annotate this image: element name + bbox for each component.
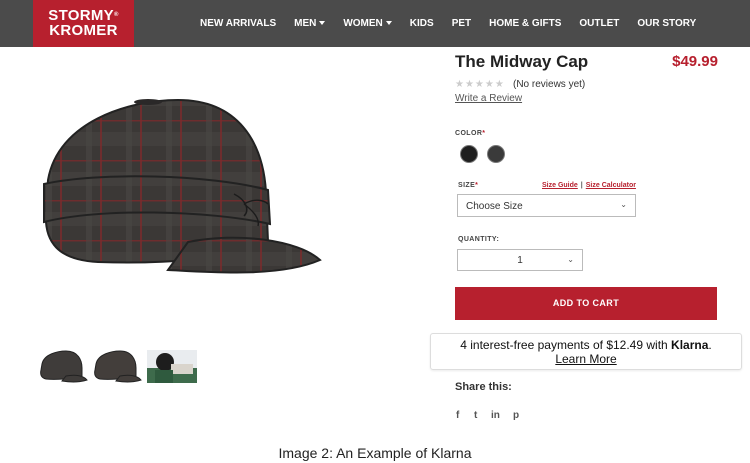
- color-swatch-2[interactable]: [487, 145, 505, 163]
- nav-outlet[interactable]: OUTLET: [579, 18, 619, 29]
- size-calculator-link[interactable]: Size Calculator: [586, 182, 636, 189]
- site-header: STORMY® KROMER NEW ARRIVALS MEN WOMEN KI…: [0, 0, 750, 47]
- nav-kids[interactable]: KIDS: [410, 18, 434, 29]
- chevron-down-icon: ⌄: [620, 200, 627, 209]
- chevron-down-icon: [319, 21, 326, 26]
- product-main-image[interactable]: [38, 92, 323, 292]
- main-nav: NEW ARRIVALS MEN WOMEN KIDS PET HOME & G…: [200, 0, 714, 47]
- brand-logo[interactable]: STORMY® KROMER: [33, 0, 134, 47]
- rating-stars-icon: ★★★★★: [455, 79, 505, 90]
- registered-mark: ®: [113, 12, 119, 18]
- thumbnail-2[interactable]: [92, 350, 142, 383]
- nav-home-gifts[interactable]: HOME & GIFTS: [489, 18, 561, 29]
- quantity-select[interactable]: 1 ⌄: [457, 249, 583, 271]
- nav-men[interactable]: MEN: [294, 18, 326, 29]
- facebook-icon[interactable]: f: [456, 410, 459, 421]
- linkedin-icon[interactable]: in: [491, 410, 500, 421]
- size-select-value: Choose Size: [466, 201, 523, 212]
- product-price: $49.99: [672, 53, 718, 70]
- color-label: COLOR*: [455, 130, 486, 137]
- pinterest-icon[interactable]: p: [513, 410, 519, 421]
- nav-women[interactable]: WOMEN: [343, 18, 392, 29]
- size-label: SIZE*: [458, 182, 479, 189]
- write-review-link[interactable]: Write a Review: [455, 93, 522, 104]
- size-select[interactable]: Choose Size ⌄: [457, 194, 636, 217]
- nav-pet[interactable]: PET: [452, 18, 471, 29]
- size-links: Size Guide | Size Calculator: [542, 182, 636, 189]
- twitter-icon[interactable]: t: [474, 410, 477, 421]
- image-caption: Image 2: An Example of Klarna: [278, 445, 472, 461]
- klarna-banner: 4 interest-free payments of $12.49 with …: [430, 333, 742, 370]
- quantity-label: QUANTITY:: [458, 236, 500, 243]
- thumbnail-3[interactable]: [147, 350, 197, 383]
- klarna-learn-more-link[interactable]: Learn More: [555, 352, 616, 366]
- klarna-text: 4 interest-free payments of $12.49 with: [460, 338, 668, 352]
- add-to-cart-button[interactable]: ADD TO CART: [455, 287, 717, 320]
- nav-our-story[interactable]: OUR STORY: [637, 18, 696, 29]
- color-swatch-1[interactable]: [460, 145, 478, 163]
- klarna-brand: Klarna: [671, 338, 709, 352]
- brand-line-2: KROMER: [49, 22, 118, 39]
- review-count: (No reviews yet): [513, 79, 586, 90]
- share-title: Share this:: [455, 381, 512, 393]
- nav-new-arrivals[interactable]: NEW ARRIVALS: [200, 18, 276, 29]
- quantity-value: 1: [517, 255, 523, 266]
- size-guide-link[interactable]: Size Guide: [542, 182, 578, 189]
- size-links-separator: |: [580, 182, 583, 189]
- chevron-down-icon: ⌄: [567, 255, 574, 264]
- thumbnail-1[interactable]: [38, 350, 88, 383]
- chevron-down-icon: [385, 21, 392, 26]
- product-title: The Midway Cap: [455, 52, 589, 71]
